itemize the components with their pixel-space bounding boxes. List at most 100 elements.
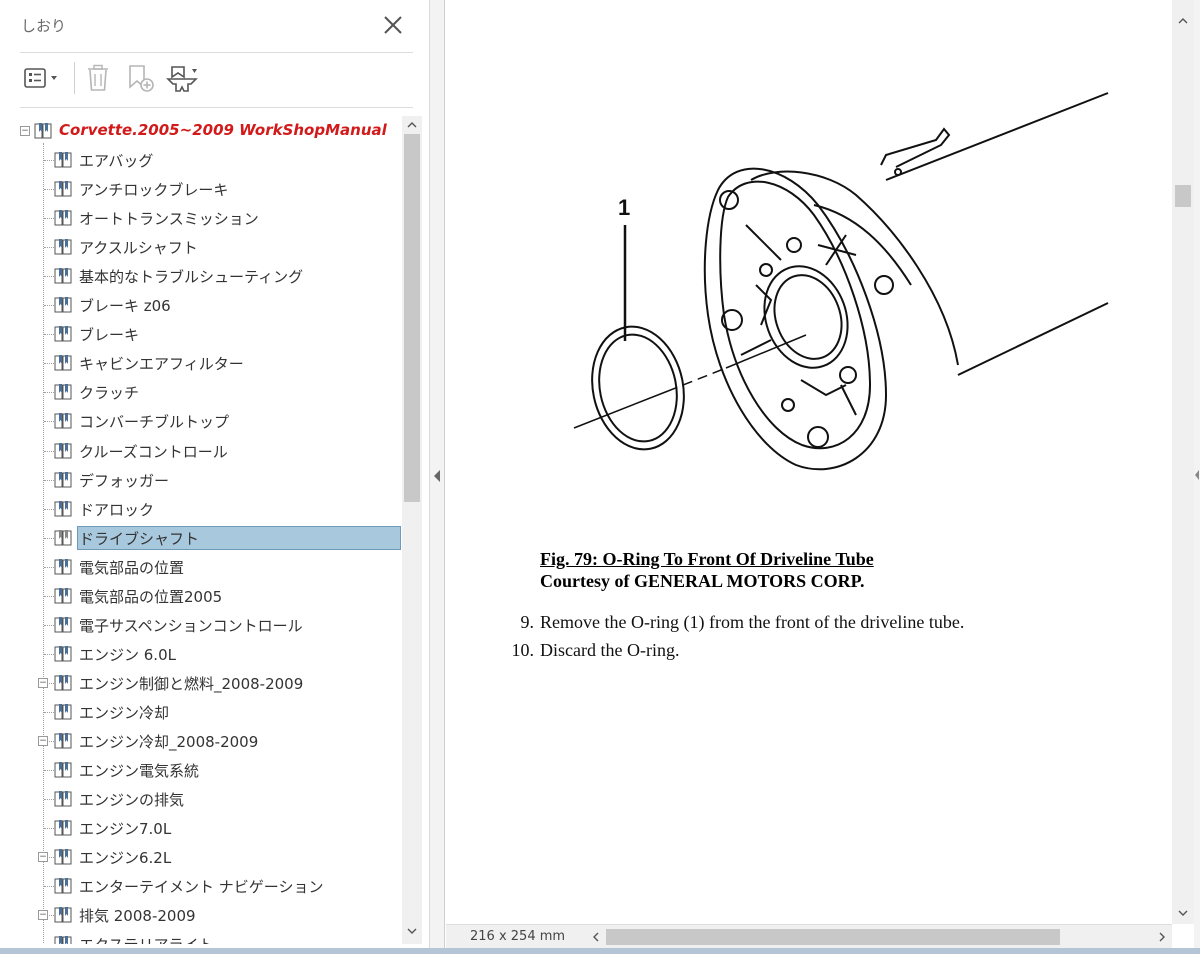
bookmark-item[interactable]: エンジン電気系統 [0,758,402,782]
bookmark-item[interactable]: エアバッグ [0,148,402,172]
bookmark-label: エクステリアライト [79,934,214,944]
expand-toggle[interactable]: − [38,852,48,862]
bookmark-root[interactable]: − Corvette.2005~2009 WorkShopManual [0,119,402,143]
bookmark-item[interactable]: クラッチ [0,380,402,404]
bookmark-label: エンジン冷却_2008-2009 [79,733,259,751]
bookmark-icon [53,296,73,314]
bookmark-icon [53,877,73,895]
bookmark-icon [53,674,73,692]
scroll-down-icon[interactable] [402,922,422,940]
bookmark-item[interactable]: エンターテイメント ナビゲーション [0,874,402,898]
bookmark-icon [53,209,73,227]
scroll-thumb[interactable] [1175,185,1191,207]
panel-splitter[interactable] [429,0,445,948]
collapse-panel-icon[interactable] [433,467,441,486]
bookmark-item[interactable]: キャビンエアフィルター [0,351,402,375]
bookmark-label: 電気部品の位置 [79,559,185,577]
bookmark-icon [53,848,73,866]
bookmark-label: 排気 2008-2009 [79,907,196,925]
bookmark-item[interactable]: − エンジン制御と燃料_2008-2009 [0,671,402,695]
bookmark-icon [53,703,73,721]
document-page: 1 Fig. 79: O-Ring To Front Of Driveline … [446,0,1172,924]
bookmark-item[interactable]: オートトランスミッション [0,206,402,230]
horizontal-scrollbar[interactable] [588,925,1172,949]
bookmark-label: 基本的なトラブルシューティング [79,268,304,286]
bookmark-item[interactable]: エンジン 6.0L [0,642,402,666]
bookmark-label: エンジンの排気 [79,791,185,809]
bookmark-item[interactable]: − 排気 2008-2009 [0,903,402,927]
expand-toggle[interactable]: − [38,678,48,688]
bookmark-label: クルーズコントロール [79,443,228,461]
bookmark-item[interactable]: 基本的なトラブルシューティング [0,264,402,288]
bookmark-item[interactable]: ドアロック [0,497,402,521]
bookmark-icon [53,616,73,634]
delete-bookmark-button[interactable] [84,60,112,96]
bookmark-icon [53,412,73,430]
bookmark-options-button[interactable] [22,60,62,96]
bookmark-tree: − Corvette.2005~2009 WorkShopManual エアバッ… [0,116,402,944]
bookmark-item[interactable]: 電気部品の位置2005 [0,584,402,608]
bookmark-item[interactable]: − エンジン6.2L [0,845,402,869]
bookmark-icon [53,529,73,547]
bookmark-item[interactable]: エクステリアライト [0,932,402,944]
bookmark-icon [53,761,73,779]
bookmark-item[interactable]: ブレーキ [0,322,402,346]
bookmark-root-label: Corvette.2005~2009 WorkShopManual [59,121,387,139]
bookmark-item[interactable]: コンバーチブルトップ [0,409,402,433]
bookmark-icon [53,587,73,605]
bookmark-icon [53,906,73,924]
bookmark-item[interactable]: エンジン冷却 [0,700,402,724]
bookmark-item[interactable]: ドライブシャフト [0,526,402,550]
bookmark-item[interactable]: ブレーキ z06 [0,293,402,317]
find-current-bookmark-button[interactable] [164,60,200,96]
bookmark-label: エンジン 6.0L [79,646,176,664]
bookmarks-scrollbar[interactable] [402,116,422,944]
bookmark-icon [53,500,73,518]
bookmark-item[interactable]: デフォッガー [0,468,402,492]
bookmark-icon [53,790,73,808]
bookmark-item[interactable]: エンジン7.0L [0,816,402,840]
bookmark-label: エンジン制御と燃料_2008-2009 [79,675,304,693]
bookmark-icon [33,122,53,140]
bookmark-item[interactable]: アクスルシャフト [0,235,402,259]
bookmarks-panel: しおり − Corvette.2005~2009 WorkShopManual … [0,0,429,948]
bookmark-icon [53,354,73,372]
divider [20,52,413,53]
expand-toggle[interactable]: − [38,910,48,920]
bookmark-label: ブレーキ z06 [79,297,171,315]
bookmark-item[interactable]: 電気部品の位置 [0,555,402,579]
bookmark-icon [53,383,73,401]
bookmark-item[interactable]: 電子サスペンションコントロール [0,613,402,637]
scroll-thumb[interactable] [606,929,1060,945]
figure-caption-credit: Courtesy of GENERAL MOTORS CORP. [540,571,865,591]
scroll-down-icon[interactable] [1173,904,1193,922]
scroll-up-icon[interactable] [402,116,422,134]
bookmark-item[interactable]: エンジンの排気 [0,787,402,811]
document-scrollbar[interactable] [1172,0,1194,924]
bookmark-item[interactable]: − エンジン冷却_2008-2009 [0,729,402,753]
trash-icon [88,64,108,91]
figure-callout-number: 1 [618,195,630,220]
step-number: 10. [511,640,535,660]
bookmark-item[interactable]: アンチロックブレーキ [0,177,402,201]
step-number: 9. [520,612,535,632]
bookmark-item[interactable]: クルーズコントロール [0,439,402,463]
collapse-toggle[interactable]: − [20,126,30,136]
bookmark-icon [53,935,73,944]
bookmark-icon [53,267,73,285]
bookmark-label: 電気部品の位置2005 [79,588,223,606]
expand-toggle[interactable]: − [38,736,48,746]
right-pane-edge [1194,0,1200,948]
scroll-thumb[interactable] [404,134,420,502]
toolbar-divider [74,62,75,94]
scroll-up-icon[interactable] [1173,12,1193,30]
bookmark-label: エンターテイメント ナビゲーション [79,878,324,896]
scroll-right-icon[interactable] [1154,928,1170,946]
new-bookmark-button[interactable] [124,60,156,96]
bookmark-icon [53,325,73,343]
bookmark-label: エンジン6.2L [79,849,172,867]
scroll-left-icon[interactable] [588,928,604,946]
close-icon[interactable] [380,12,406,38]
new-bookmark-icon [129,65,154,92]
procedure-step: 10. Discard the O-ring. [500,640,1060,664]
